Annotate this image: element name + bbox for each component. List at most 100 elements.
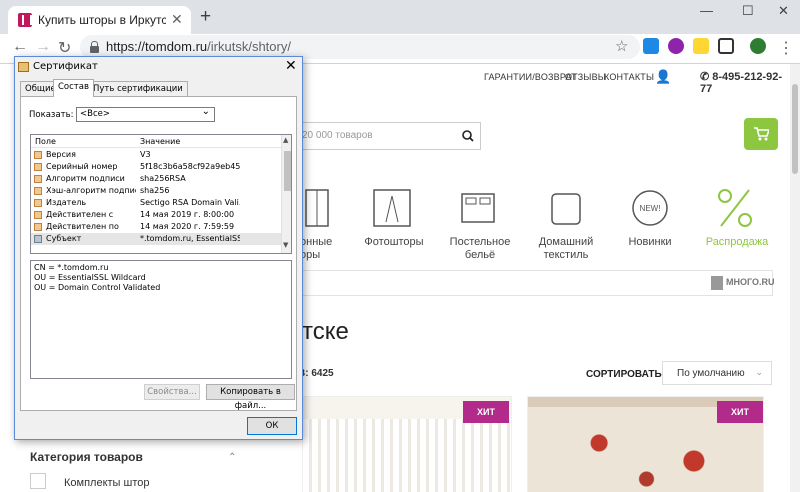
- curtains-icon[interactable]: [300, 186, 340, 230]
- search-icon[interactable]: [462, 130, 474, 142]
- promo-logo-text: МНОГО.RU: [726, 277, 775, 287]
- hit-badge: ХИТ: [463, 401, 509, 423]
- detail-line: CN = *.tomdom.ru: [34, 263, 109, 272]
- dialog-title: Сертификат: [33, 61, 98, 72]
- site-favicon-icon: [18, 13, 32, 27]
- minimize-icon[interactable]: —: [700, 3, 713, 18]
- product-card[interactable]: ХИТ: [302, 396, 512, 492]
- fields-scrollbar[interactable]: ▲ ▼: [281, 135, 291, 253]
- nav-contacts[interactable]: КОНТАКТЫ: [604, 72, 654, 82]
- scroll-up-icon[interactable]: ▲: [283, 136, 288, 144]
- close-icon[interactable]: ✕: [285, 58, 297, 74]
- field-icon: [34, 163, 42, 171]
- certificate-icon: [18, 62, 29, 72]
- menu-kebab-icon[interactable]: ⋮: [778, 38, 794, 58]
- field-icon: [34, 187, 42, 195]
- extension-yellow-icon[interactable]: [693, 38, 709, 54]
- copy-to-file-button[interactable]: Копировать в файл...: [206, 384, 295, 411]
- hit-badge: ХИТ: [717, 401, 763, 423]
- close-tab-icon[interactable]: ✕: [171, 11, 183, 28]
- back-icon[interactable]: ←: [12, 38, 28, 56]
- url-text: https://tomdom.ru/irkutsk/shtory/: [106, 39, 291, 54]
- detail-line: OU = Domain Control Validated: [34, 283, 161, 292]
- cart-icon: [754, 127, 769, 141]
- user-icon[interactable]: 👤: [655, 69, 671, 85]
- field-row[interactable]: Алгоритм подписи sha256RSA: [31, 173, 281, 185]
- field-icon: [34, 175, 42, 183]
- percent-icon[interactable]: [715, 186, 755, 230]
- tab-certification-path[interactable]: Путь сертификации: [88, 81, 188, 96]
- bed-icon[interactable]: [458, 186, 498, 230]
- category-photo-curtains[interactable]: Фотошторы: [358, 236, 430, 249]
- svg-text:NEW!: NEW!: [640, 204, 661, 213]
- field-icon: [34, 151, 42, 159]
- screen: Купить шторы в Иркутске недо ✕ + — ☐ ✕ ←…: [0, 0, 800, 492]
- tab-strip: Купить шторы в Иркутске недо ✕ + — ☐ ✕: [0, 0, 800, 34]
- ok-button[interactable]: ОК: [247, 417, 297, 435]
- close-window-icon[interactable]: ✕: [778, 3, 789, 19]
- sort-select[interactable]: По умолчанию ⌄: [662, 361, 772, 385]
- lock-icon: [90, 41, 99, 53]
- field-row[interactable]: Действителен с 14 мая 2019 г. 8:00:00: [31, 209, 281, 221]
- show-label: Показать:: [29, 110, 74, 120]
- properties-button[interactable]: Свойства...: [144, 384, 200, 400]
- chevron-up-icon[interactable]: ⌃: [228, 452, 236, 463]
- details-panel: Показать: <Все> Поле Значение ВерсияV3 С…: [20, 96, 297, 411]
- bookmark-star-icon[interactable]: ☆: [615, 37, 628, 55]
- field-icon: [34, 223, 42, 231]
- reload-icon[interactable]: ↻: [58, 38, 71, 58]
- mnogo-logo-icon: [711, 276, 723, 290]
- nav-reviews[interactable]: ОТЗЫВЫ: [565, 72, 606, 82]
- category-new[interactable]: Новинки: [614, 236, 686, 249]
- filter-checkbox[interactable]: [30, 473, 46, 489]
- screenshot-icon[interactable]: [718, 38, 734, 54]
- search-input[interactable]: 20 000 товаров: [290, 122, 481, 150]
- field-icon: [34, 235, 42, 243]
- profile-avatar[interactable]: [750, 38, 766, 54]
- extension-music-icon[interactable]: [668, 38, 684, 54]
- field-row[interactable]: Действителен по 14 мая 2020 г. 7:59:59: [31, 221, 281, 233]
- product-card[interactable]: ХИТ: [527, 396, 764, 492]
- category-home-textile[interactable]: Домашний текстиль: [530, 236, 602, 262]
- field-row[interactable]: Версия V3: [31, 149, 281, 161]
- fields-list[interactable]: Поле Значение Версия V3 Серийный номер 5f1…: [30, 134, 292, 254]
- field-row[interactable]: Хэш-алгоритм подписи sha256: [31, 185, 281, 197]
- filter-item-label: Комплекты штор: [64, 477, 150, 489]
- product-image-sheer-curtain: [303, 419, 511, 492]
- field-row[interactable]: Издатель Sectigo RSA Domain Vali...: [31, 197, 281, 209]
- phone-number[interactable]: ✆ 8-495-212-92-77: [700, 70, 790, 95]
- products-count: В: 6425: [298, 368, 334, 379]
- pillow-icon[interactable]: [546, 186, 586, 230]
- new-tab-icon[interactable]: +: [200, 6, 211, 28]
- search-placeholder: 20 000 товаров: [302, 130, 373, 141]
- new-badge-icon[interactable]: NEW!: [630, 186, 670, 230]
- extension-s-icon[interactable]: [643, 38, 659, 54]
- field-row-selected[interactable]: Субъект *.tomdom.ru, EssentialSS...: [31, 233, 281, 245]
- category-sale[interactable]: Распродажа: [700, 236, 774, 249]
- cart-button[interactable]: [744, 118, 778, 150]
- fields-header: Поле Значение: [31, 135, 281, 148]
- maximize-icon[interactable]: ☐: [742, 3, 754, 19]
- scroll-thumb[interactable]: [284, 151, 291, 191]
- category-bedding[interactable]: Постельное бельё: [444, 236, 516, 262]
- browser-tab[interactable]: Купить шторы в Иркутске недо ✕: [8, 6, 191, 34]
- field-icon: [34, 211, 42, 219]
- detail-line: OU = EssentialSSL Wildcard: [34, 273, 146, 282]
- category-curtains[interactable]: онные оры: [300, 236, 332, 262]
- filter-title[interactable]: Категория товаров: [30, 450, 143, 464]
- show-select[interactable]: <Все>: [76, 106, 215, 122]
- nav-guarantees[interactable]: ГАРАНТИИ/ВОЗВРАТ: [484, 72, 577, 82]
- tab-details[interactable]: Состав: [53, 79, 94, 97]
- scroll-down-icon[interactable]: ▼: [283, 241, 288, 249]
- field-icon: [34, 199, 42, 207]
- field-detail-box[interactable]: CN = *.tomdom.ru OU = EssentialSSL Wildc…: [30, 260, 292, 379]
- forward-icon[interactable]: →: [35, 38, 51, 56]
- column-field[interactable]: Поле: [35, 137, 56, 146]
- sort-label: СОРТИРОВАТЬ: [586, 369, 662, 380]
- field-row[interactable]: Серийный номер5f18c3b6a58cf92a9eb452...: [31, 161, 281, 173]
- tab-title: Купить шторы в Иркутске недо: [38, 13, 166, 27]
- page-scrollbar[interactable]: [790, 64, 800, 492]
- photo-curtains-icon[interactable]: [372, 186, 412, 230]
- promo-banner[interactable]: МНОГО.RU: [280, 270, 775, 296]
- column-value[interactable]: Значение: [140, 137, 180, 146]
